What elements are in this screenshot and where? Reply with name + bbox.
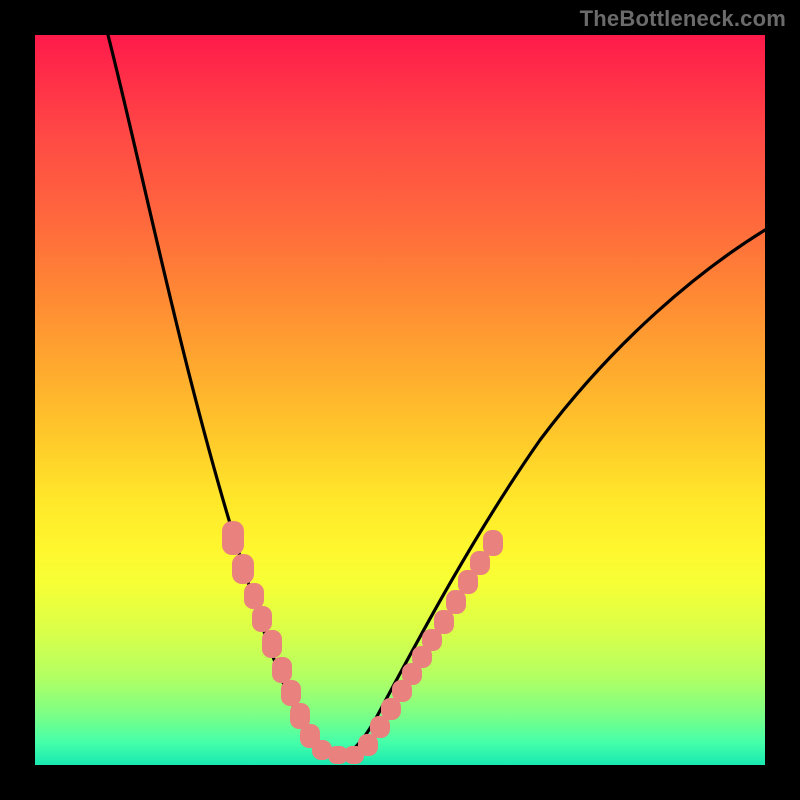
chart-frame: TheBottleneck.com: [0, 0, 800, 800]
marker-cluster: [222, 521, 503, 764]
watermark-text: TheBottleneck.com: [580, 6, 786, 32]
curve-layer: [0, 0, 800, 800]
